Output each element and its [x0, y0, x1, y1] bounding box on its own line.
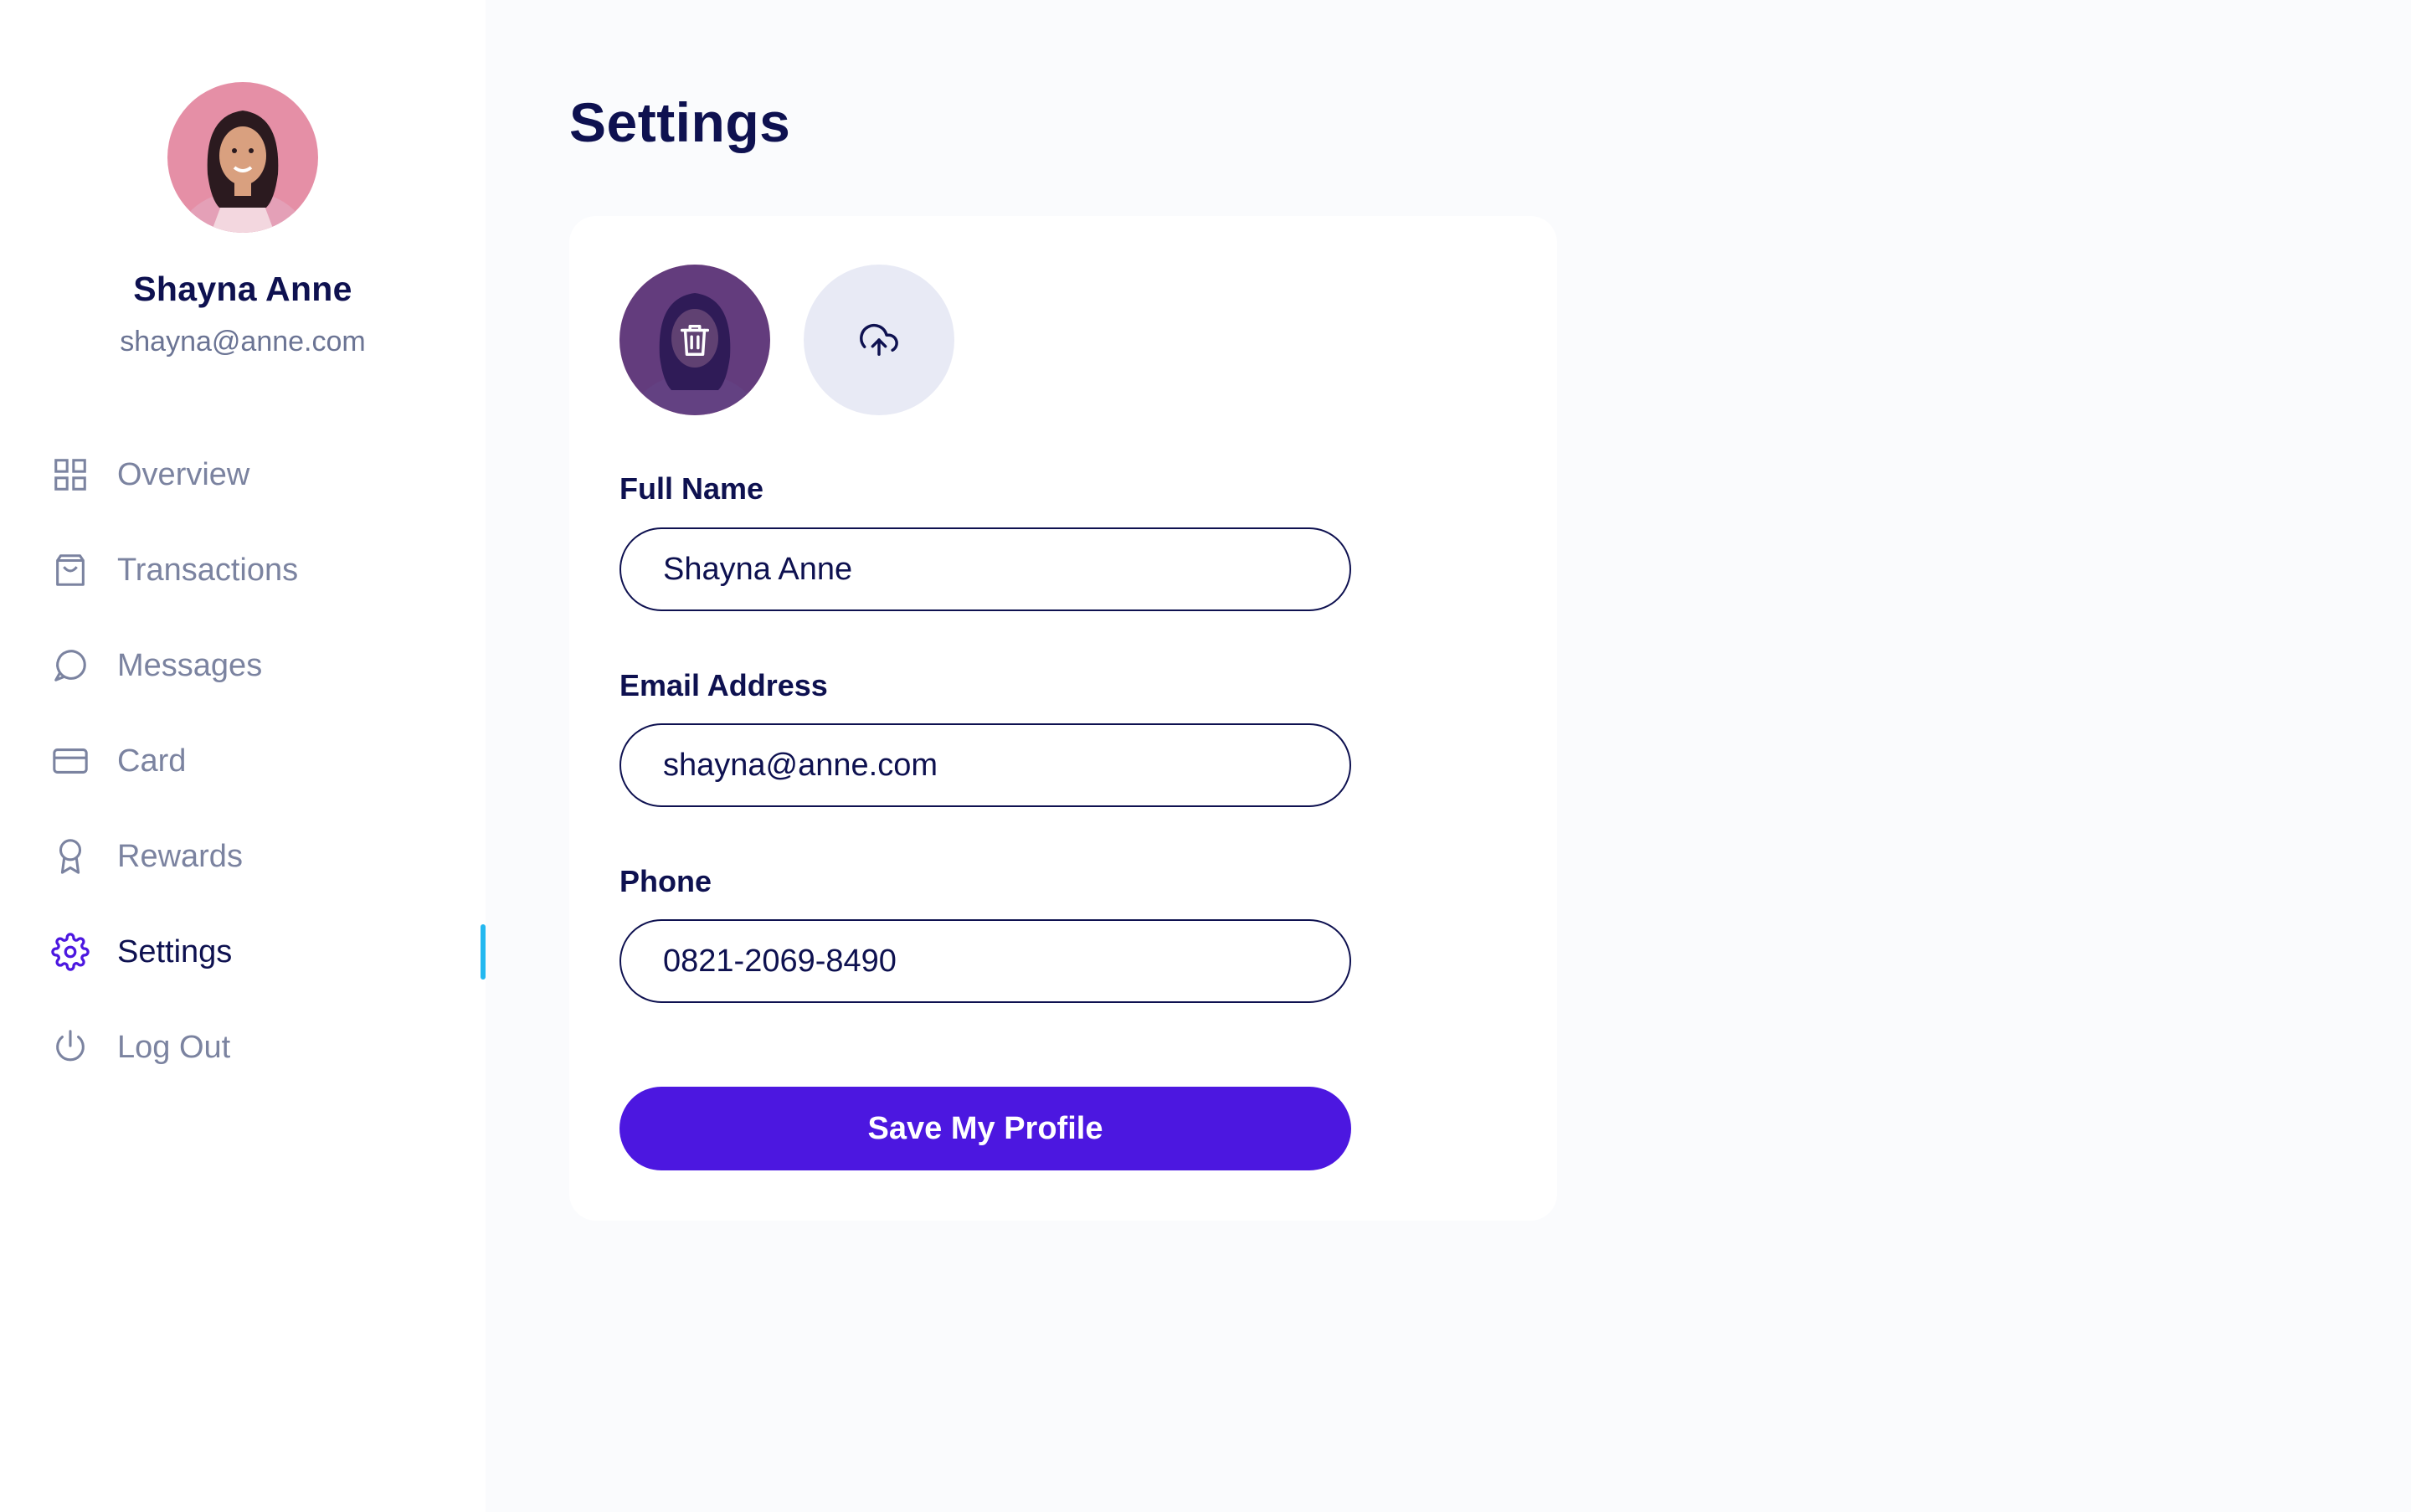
sidebar-item-label: Settings: [117, 933, 233, 969]
trash-icon: [680, 324, 710, 356]
profile-name: Shayna Anne: [133, 270, 352, 308]
phone-label: Phone: [619, 864, 712, 898]
save-profile-button[interactable]: Save My Profile: [619, 1087, 1351, 1170]
message-bubble-icon: [50, 645, 90, 686]
profile-email: shayna@anne.com: [120, 326, 366, 357]
avatar: [167, 82, 318, 233]
phone-input[interactable]: [619, 919, 1351, 1003]
sidebar-item-label: Rewards: [117, 838, 243, 874]
sidebar-item-logout[interactable]: Log Out: [0, 1000, 486, 1095]
sidebar: Shayna Anne shayna@anne.com Overview Tra…: [0, 0, 486, 1512]
photo-controls: [619, 265, 954, 415]
sidebar-item-transactions[interactable]: Transactions: [0, 522, 486, 618]
sidebar-nav: Overview Transactions Messages Card Rewa…: [0, 427, 486, 1095]
email-input[interactable]: [619, 723, 1351, 807]
delete-photo-button[interactable]: [619, 265, 770, 415]
grid-icon: [50, 455, 90, 495]
sidebar-item-card[interactable]: Card: [0, 713, 486, 809]
active-indicator: [481, 924, 486, 980]
full-name-input[interactable]: [619, 527, 1351, 611]
user-profile: Shayna Anne shayna@anne.com: [0, 82, 486, 358]
cloud-upload-icon: [860, 323, 898, 356]
sidebar-item-settings[interactable]: Settings: [0, 904, 486, 1000]
sidebar-item-overview[interactable]: Overview: [0, 427, 486, 522]
sidebar-item-label: Transactions: [117, 552, 299, 588]
sidebar-item-label: Card: [117, 743, 187, 779]
sidebar-item-label: Log Out: [117, 1029, 231, 1065]
power-icon: [50, 1027, 90, 1067]
award-ribbon-icon: [50, 836, 90, 877]
credit-card-icon: [50, 741, 90, 781]
upload-photo-button[interactable]: [804, 265, 954, 415]
avatar-photo: [167, 82, 318, 233]
gear-icon: [50, 932, 90, 972]
sidebar-item-label: Overview: [117, 456, 250, 492]
profile-settings-card: Full Name Email Address Phone Save My Pr…: [569, 216, 1557, 1221]
full-name-label: Full Name: [619, 471, 764, 506]
sidebar-item-messages[interactable]: Messages: [0, 618, 486, 713]
sidebar-item-rewards[interactable]: Rewards: [0, 809, 486, 904]
shopping-bag-icon: [50, 550, 90, 590]
email-label: Email Address: [619, 668, 828, 702]
page-title: Settings: [569, 91, 791, 153]
sidebar-item-label: Messages: [117, 647, 263, 683]
